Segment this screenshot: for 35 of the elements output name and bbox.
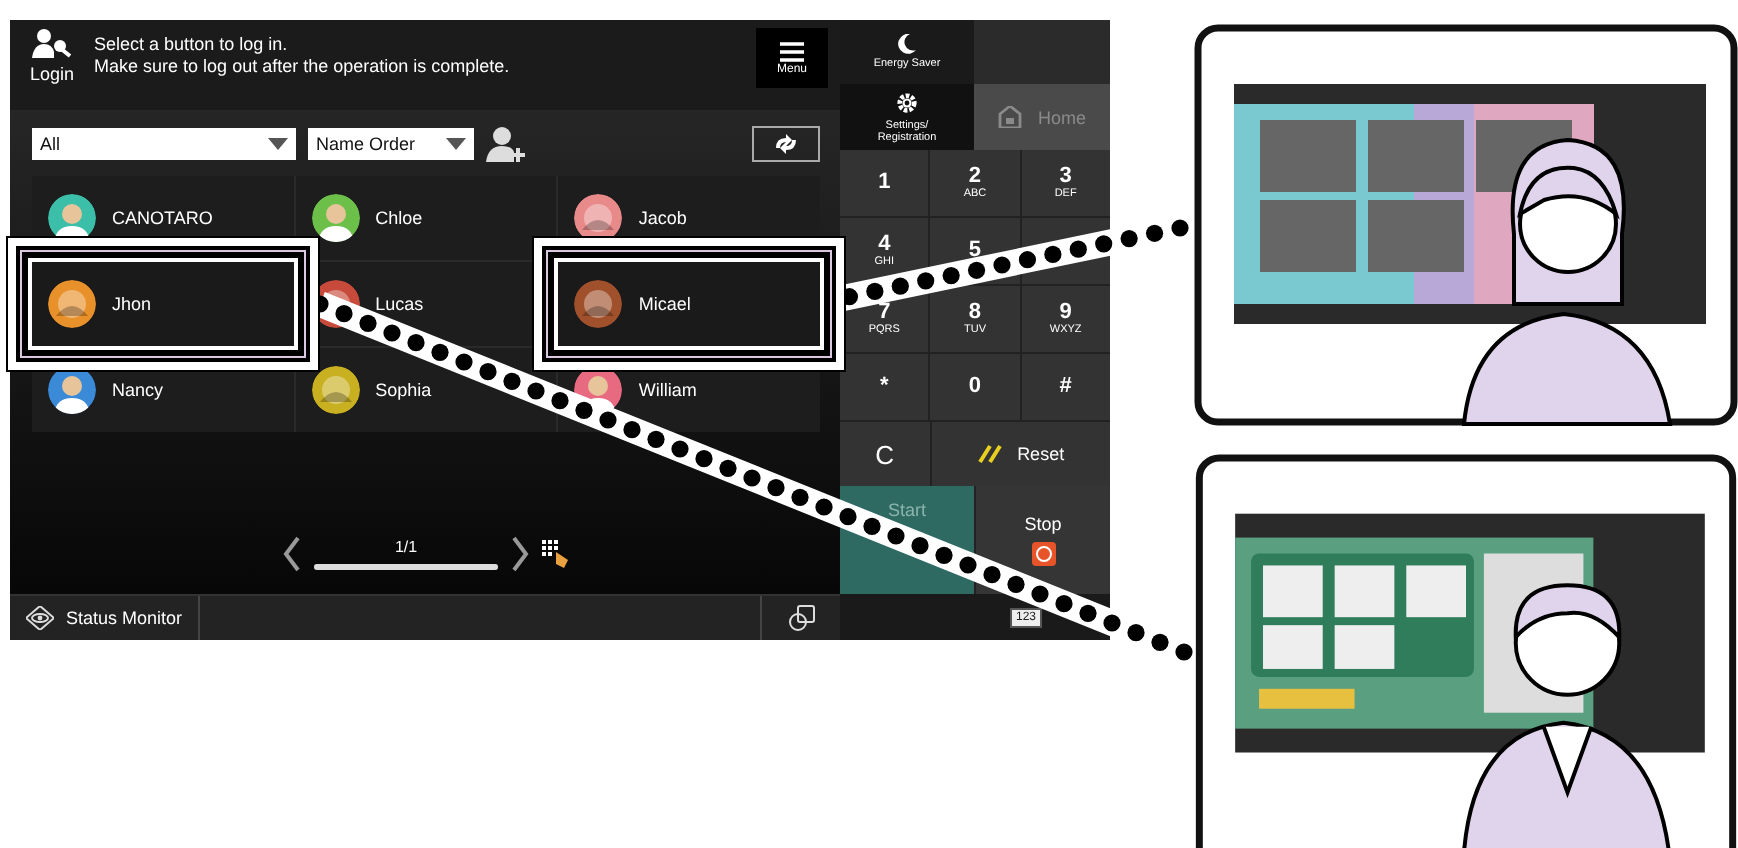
avatar-icon	[48, 366, 96, 414]
filter-dropdown[interactable]: All	[32, 128, 296, 160]
page-slider[interactable]	[314, 564, 498, 570]
eye-icon	[26, 606, 54, 630]
page-indicator: 1/1	[394, 538, 418, 556]
keypad-key[interactable]: 1	[840, 150, 929, 216]
slashes-icon	[977, 444, 1002, 464]
instruction-text: Select a button to log in. Make sure to log out after the operation is complete.	[94, 32, 512, 80]
gear-icon	[896, 91, 918, 113]
keypad-key[interactable]: 0	[930, 354, 1020, 420]
reset-button[interactable]: Reset	[931, 422, 1110, 486]
avatar-icon	[311, 194, 360, 242]
user-button[interactable]: Micael	[558, 262, 820, 346]
home-icon	[997, 106, 1022, 128]
previous-icon[interactable]	[282, 536, 302, 572]
user-key-icon	[32, 28, 73, 60]
login-title: Login	[30, 64, 75, 84]
filter-dropdown[interactable]: Name Order	[308, 128, 474, 160]
caret-icon	[268, 138, 288, 150]
refresh-button[interactable]	[752, 126, 820, 162]
clear-button[interactable]: C	[840, 422, 930, 486]
keypad-touch-icon[interactable]	[542, 540, 570, 568]
avatar-icon	[48, 194, 96, 242]
stop-icon	[1031, 542, 1055, 566]
keypad-key[interactable]: *	[840, 354, 929, 420]
menu-icon	[780, 41, 804, 61]
next-icon[interactable]	[510, 536, 530, 572]
moon-icon	[898, 34, 916, 54]
add-user-icon[interactable]	[486, 126, 526, 162]
refresh-icon	[772, 134, 800, 154]
keypad-key[interactable]: #	[1021, 354, 1110, 420]
user-button[interactable]: Jhon	[32, 262, 294, 346]
function-icon[interactable]	[787, 604, 815, 632]
caret-icon	[446, 138, 466, 150]
user-button[interactable]: Chloe	[295, 176, 557, 260]
